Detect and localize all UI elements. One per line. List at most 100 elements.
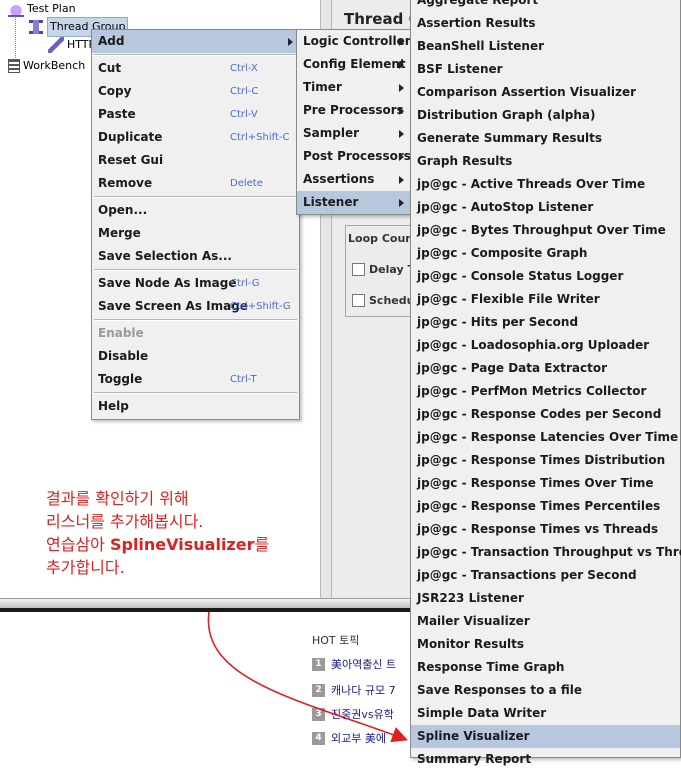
menu-item-label: Duplicate	[98, 130, 163, 144]
submenu-item-pre-processors[interactable]: Pre Processors	[297, 99, 410, 122]
hot-topic-title: HOT 토픽	[312, 634, 360, 647]
submenu-arrow-icon	[399, 199, 404, 207]
listener-item-spline-visualizer[interactable]: Spline Visualizer	[411, 725, 680, 748]
listener-item[interactable]: jp@gc - Hits per Second	[411, 311, 680, 334]
menu-item-open[interactable]: Open...	[92, 199, 299, 222]
listener-item[interactable]: Save Responses to a file	[411, 679, 680, 702]
listener-item[interactable]: Comparison Assertion Visualizer	[411, 81, 680, 104]
listener-item[interactable]: jp@gc - Bytes Throughput Over Time	[411, 219, 680, 242]
listener-item[interactable]: BSF Listener	[411, 58, 680, 81]
hot-topic-item[interactable]: 4 외교부 美에	[312, 730, 386, 746]
menu-item-label: Remove	[98, 176, 153, 190]
hot-topic-link[interactable]: 외교부 美에	[331, 730, 386, 746]
listener-item[interactable]: jp@gc - Response Codes per Second	[411, 403, 680, 426]
menu-item-duplicate[interactable]: Duplicate Ctrl+Shift-C	[92, 126, 299, 149]
annotation-line-3-post: 를	[254, 535, 270, 554]
tree-item-workbench[interactable]: WorkBench	[8, 57, 85, 75]
menu-item-label: Listener	[303, 195, 359, 209]
listener-item[interactable]: jp@gc - Response Times Percentiles	[411, 495, 680, 518]
submenu-item-post-processors[interactable]: Post Processors	[297, 145, 411, 168]
shortcut-label: Ctrl+Shift-C	[230, 132, 290, 143]
listener-item[interactable]: Summary Report	[411, 748, 680, 771]
menu-item-label: Assertions	[303, 172, 375, 186]
listener-item[interactable]: jp@gc - Flexible File Writer	[411, 288, 680, 311]
listener-item[interactable]: jp@gc - Response Times vs Threads	[411, 518, 680, 541]
menu-item-save-screen-image[interactable]: Save Screen As Image Ctrl+Shift-G	[92, 295, 299, 318]
hot-topic-link[interactable]: 캐나다 규모 7	[331, 682, 396, 698]
listener-item[interactable]: Graph Results	[411, 150, 680, 173]
listener-item[interactable]: jp@gc - Page Data Extractor	[411, 357, 680, 380]
hot-topic-item[interactable]: 3 진중권vs유학	[312, 706, 394, 722]
submenu-item-assertions[interactable]: Assertions	[297, 168, 410, 191]
listener-item[interactable]: Monitor Results	[411, 633, 680, 656]
shortcut-label: Ctrl-C	[230, 86, 259, 97]
listener-item[interactable]: JSR223 Listener	[411, 587, 680, 610]
scheduler-checkbox[interactable]	[352, 294, 365, 307]
menu-item-reset-gui[interactable]: Reset Gui	[92, 149, 299, 172]
menu-item-disable[interactable]: Disable	[92, 345, 299, 368]
listener-item[interactable]: jp@gc - Response Times Over Time	[411, 472, 680, 495]
annotation-line-3-pre: 연습삼아	[46, 535, 110, 554]
submenu-arrow-icon	[399, 84, 404, 92]
menu-item-remove[interactable]: Remove Delete	[92, 172, 299, 195]
listener-item[interactable]: jp@gc - Loadosophia.org Uploader	[411, 334, 680, 357]
listener-item[interactable]: Response Time Graph	[411, 656, 680, 679]
delay-checkbox[interactable]	[352, 263, 365, 276]
menu-item-label: Enable	[98, 326, 144, 340]
menu-item-label: Timer	[303, 80, 342, 94]
menu-item-label: Logic Controller	[303, 34, 411, 48]
menu-item-add[interactable]: Add	[92, 30, 299, 53]
listener-item[interactable]: jp@gc - Transactions per Second	[411, 564, 680, 587]
listener-item[interactable]: jp@gc - Transaction Throughput vs Thread…	[411, 541, 681, 564]
menu-separator	[94, 54, 297, 56]
submenu-item-timer[interactable]: Timer	[297, 76, 410, 99]
rank-badge: 2	[312, 683, 325, 697]
submenu-arrow-icon	[399, 153, 404, 161]
listener-item[interactable]: jp@gc - AutoStop Listener	[411, 196, 680, 219]
delay-checkbox-row[interactable]: Delay T	[352, 263, 415, 276]
submenu-item-listener[interactable]: Listener	[297, 191, 410, 214]
menu-item-label: Cut	[98, 61, 122, 75]
rank-badge: 3	[312, 707, 325, 721]
listener-item[interactable]: jp@gc - Response Times Distribution	[411, 449, 680, 472]
menu-item-toggle[interactable]: Toggle Ctrl-T	[92, 368, 299, 391]
menu-item-label: Add	[98, 34, 125, 48]
hot-topic-item[interactable]: 2 캐나다 규모 7	[312, 682, 396, 698]
flask-icon	[8, 1, 24, 17]
listener-item[interactable]: Assertion Results	[411, 12, 680, 35]
menu-item-label: Reset Gui	[98, 153, 164, 167]
listener-item[interactable]: jp@gc - Response Latencies Over Time	[411, 426, 680, 449]
submenu-item-logic-controller[interactable]: Logic Controller	[297, 30, 411, 53]
listener-item[interactable]: Generate Summary Results	[411, 127, 680, 150]
menu-item-merge[interactable]: Merge	[92, 222, 299, 245]
scheduler-checkbox-row[interactable]: Schedu	[352, 294, 414, 307]
listener-item[interactable]: jp@gc - PerfMon Metrics Collector	[411, 380, 680, 403]
tree-item-test-plan[interactable]: Test Plan	[8, 0, 76, 18]
listener-item[interactable]: jp@gc - Console Status Logger	[411, 265, 680, 288]
tree-item-label: Test Plan	[27, 2, 76, 15]
hot-topic-link[interactable]: 진중권vs유학	[331, 706, 394, 722]
menu-item-help[interactable]: Help	[92, 395, 299, 418]
submenu-item-config-element[interactable]: Config Element	[297, 53, 410, 76]
submenu-item-sampler[interactable]: Sampler	[297, 122, 410, 145]
listener-item[interactable]: Distribution Graph (alpha)	[411, 104, 680, 127]
menu-item-copy[interactable]: Copy Ctrl-C	[92, 80, 299, 103]
listener-item[interactable]: jp@gc - Composite Graph	[411, 242, 680, 265]
menu-item-label: Help	[98, 399, 129, 413]
menu-item-label: Save Screen As Image	[98, 299, 248, 313]
listener-item[interactable]: Mailer Visualizer	[411, 610, 680, 633]
listener-item[interactable]: BeanShell Listener	[411, 35, 680, 58]
context-menu: Add Cut Ctrl-X Copy Ctrl-C Paste Ctrl-V Dup…	[91, 29, 300, 420]
listener-item[interactable]: Aggregate Report	[411, 0, 680, 12]
hot-topic-link[interactable]: 美아역출신 트	[331, 656, 396, 672]
hot-topic-item[interactable]: 1 美아역출신 트	[312, 656, 396, 672]
menu-item-cut[interactable]: Cut Ctrl-X	[92, 57, 299, 80]
menu-item-save-node-image[interactable]: Save Node As Image Ctrl-G	[92, 272, 299, 295]
tree-item-http[interactable]: HTTP	[48, 36, 95, 54]
menu-item-save-selection[interactable]: Save Selection As...	[92, 245, 299, 268]
listener-item[interactable]: Simple Data Writer	[411, 702, 680, 725]
listener-item[interactable]: jp@gc - Active Threads Over Time	[411, 173, 680, 196]
shortcut-label: Ctrl-V	[230, 109, 258, 120]
thread-group-icon	[28, 19, 44, 35]
menu-item-paste[interactable]: Paste Ctrl-V	[92, 103, 299, 126]
